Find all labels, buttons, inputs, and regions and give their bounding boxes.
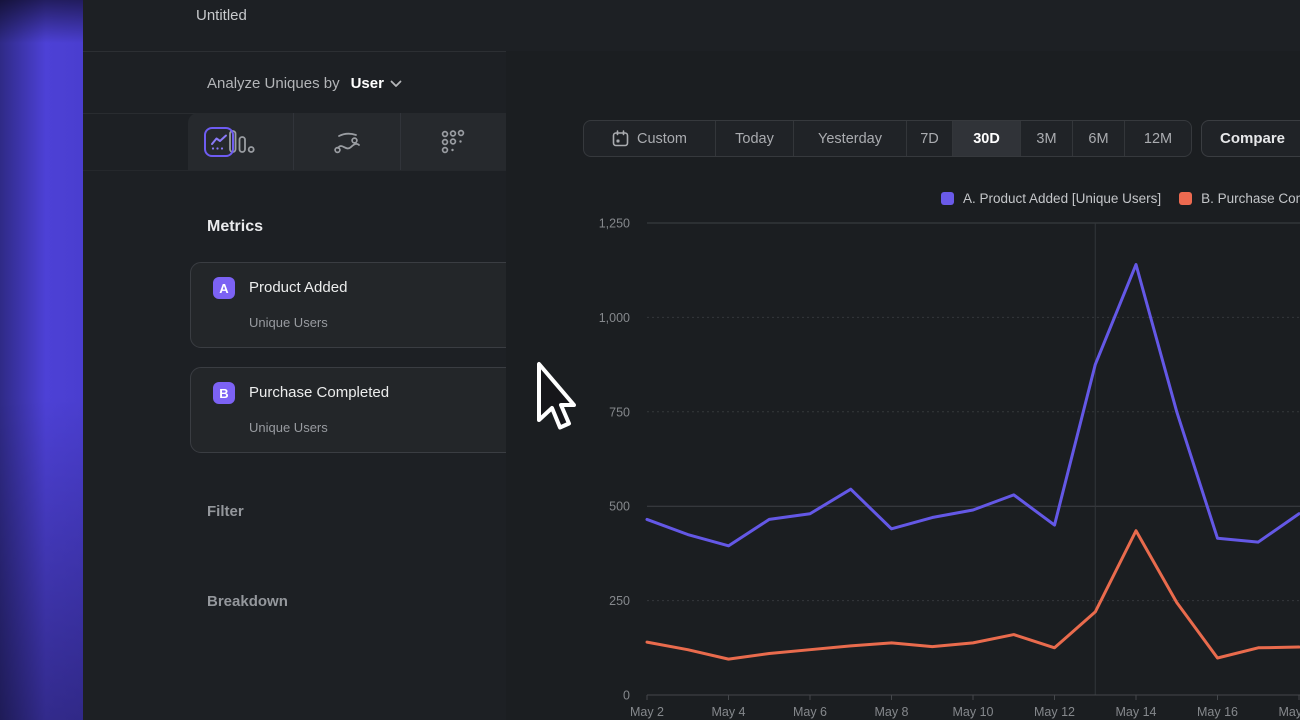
screen: Untitled Analyze Uniques by User: [0, 0, 1300, 720]
tab-retention[interactable]: [400, 113, 506, 170]
svg-text:May 8: May 8: [874, 705, 908, 719]
tabstrip-divider: [83, 170, 506, 171]
breakdown-section-label: Breakdown: [207, 593, 288, 610]
mouse-cursor-icon: [534, 360, 578, 438]
svg-text:May 18: May 18: [1279, 705, 1300, 719]
svg-text:May 2: May 2: [630, 705, 664, 719]
svg-text:500: 500: [609, 500, 630, 514]
report-type-tabstrip: [188, 113, 506, 170]
line-chart: 0 250 500 750 1,000 1,250 May 2 May 4 May 6 May 8…: [506, 51, 1300, 720]
svg-text:May 6: May 6: [793, 705, 827, 719]
svg-text:May 14: May 14: [1116, 705, 1157, 719]
metric-subtitle[interactable]: Unique Users: [249, 315, 328, 330]
svg-text:0: 0: [623, 689, 630, 703]
svg-text:May 12: May 12: [1034, 705, 1075, 719]
svg-text:1,000: 1,000: [599, 311, 630, 325]
svg-text:May 10: May 10: [953, 705, 994, 719]
metric-badge-b: B: [213, 382, 235, 404]
flows-icon: [332, 129, 362, 155]
chevron-down-icon: [390, 80, 402, 88]
retention-icon: [439, 128, 467, 156]
metric-title: Purchase Completed: [249, 384, 389, 401]
analyze-by-label: Analyze Uniques by: [207, 75, 340, 92]
metrics-section-label: Metrics: [207, 218, 263, 236]
insights-icon: [208, 131, 230, 153]
metric-badge-a: A: [213, 277, 235, 299]
filter-section-label: Filter: [207, 503, 244, 520]
analyze-by-value[interactable]: User: [351, 75, 384, 92]
metric-title: Product Added: [249, 279, 347, 296]
tab-insights-selected[interactable]: [204, 127, 234, 157]
svg-text:1,250: 1,250: [599, 217, 630, 231]
tab-flows[interactable]: [293, 113, 399, 170]
svg-text:750: 750: [609, 405, 630, 419]
report-title[interactable]: Untitled: [196, 7, 247, 24]
metric-subtitle[interactable]: Unique Users: [249, 420, 328, 435]
analyze-by-selector[interactable]: Analyze Uniques by User: [207, 75, 402, 92]
background-gradient-stripe: [0, 0, 83, 720]
svg-text:250: 250: [609, 594, 630, 608]
svg-text:May 4: May 4: [711, 705, 745, 719]
svg-text:May 16: May 16: [1197, 705, 1238, 719]
